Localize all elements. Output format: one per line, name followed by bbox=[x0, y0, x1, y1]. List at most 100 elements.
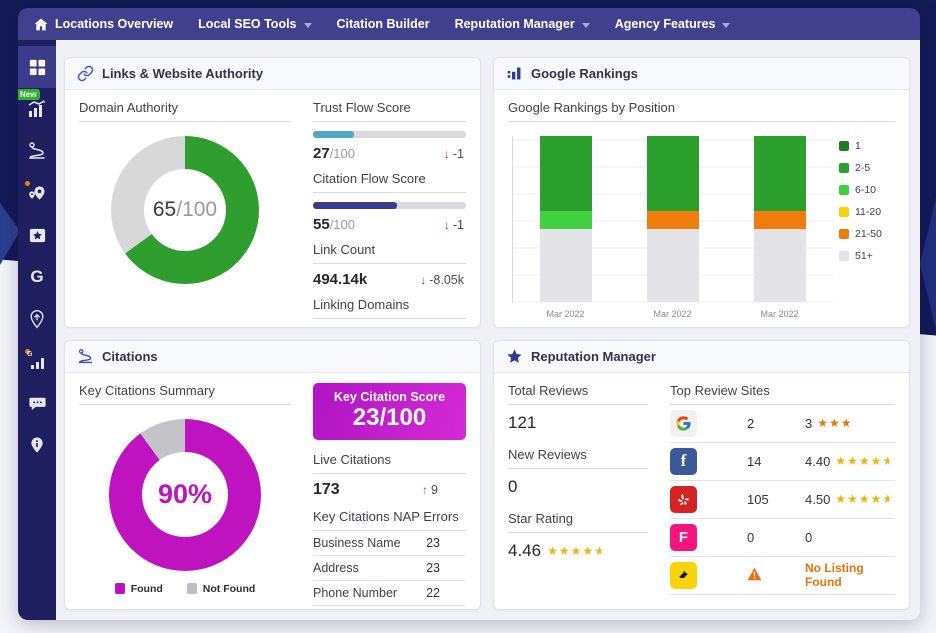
legend-item: 51+ bbox=[839, 250, 895, 262]
grid-icon bbox=[28, 58, 47, 77]
star-rating-stat: Star Rating 4.46 ★★★★★★ bbox=[508, 511, 648, 561]
nav-item-label: Agency Features bbox=[615, 17, 716, 31]
citation-flow-bar bbox=[313, 202, 466, 209]
rankings-subtitle: Google Rankings by Position bbox=[508, 100, 895, 122]
home-icon bbox=[34, 18, 48, 31]
legend-item: 2-5 bbox=[839, 162, 895, 174]
citations-summary-label: Key Citations Summary bbox=[79, 383, 291, 405]
citation-flow-delta: -1 bbox=[444, 218, 466, 232]
x-tick-label: Mar 2022 bbox=[745, 309, 815, 319]
nav-agency-features[interactable]: Agency Features bbox=[615, 17, 731, 31]
legend-item: 11-20 bbox=[839, 206, 895, 218]
nav-citation-builder[interactable]: Citation Builder bbox=[337, 17, 430, 31]
citation-flow-bar-fill bbox=[313, 202, 397, 209]
link-count-label: Link Count bbox=[313, 242, 466, 264]
yellowpages-logo-icon bbox=[670, 562, 697, 589]
new-reviews-value: 0 bbox=[508, 477, 648, 497]
card-title: Google Rankings bbox=[531, 66, 638, 81]
links-authority-header: Links & Website Authority bbox=[65, 58, 480, 90]
citation-flow-value: 55 bbox=[313, 216, 330, 233]
legend-swatch bbox=[115, 583, 125, 594]
site-stars: ★★★★★★ bbox=[835, 454, 894, 468]
site-stars: ★★★★★★ bbox=[835, 492, 894, 506]
trust-flow-bar-fill bbox=[313, 131, 354, 138]
legend-item-not-found: Not Found bbox=[187, 583, 255, 595]
yelp-logo-icon bbox=[670, 486, 697, 513]
stacked-bar bbox=[754, 136, 806, 303]
legend-item: 6-10 bbox=[839, 184, 895, 196]
new-badge: New bbox=[18, 89, 40, 100]
live-citations-label: Live Citations bbox=[313, 452, 466, 474]
donut-center-value: 65/100 bbox=[111, 136, 259, 284]
new-reviews-stat: New Reviews 0 bbox=[508, 447, 648, 497]
dashboard-content: Links & Website Authority Domain Authori… bbox=[56, 40, 920, 620]
sidebar-item-messaging[interactable] bbox=[18, 382, 56, 424]
card-title: Links & Website Authority bbox=[102, 66, 263, 81]
sidebar-item-analytics[interactable]: New bbox=[18, 88, 56, 130]
nap-row: Zip / Postal Code23 bbox=[313, 606, 466, 610]
google-rankings-card: Google Rankings Google Rankings by Posit… bbox=[493, 57, 910, 328]
sidebar-item-local-search[interactable] bbox=[18, 298, 56, 340]
map-pins-icon bbox=[27, 183, 47, 203]
nav-reputation-manager[interactable]: Reputation Manager bbox=[455, 17, 590, 31]
chat-bubble-icon bbox=[28, 394, 47, 413]
sidebar: New bbox=[18, 40, 56, 620]
rankings-legend: 1 2-5 6-10 11-20 21-50 51+ bbox=[833, 136, 895, 319]
citations-legend: Found Not Found bbox=[79, 583, 291, 595]
sidebar-item-dashboard[interactable] bbox=[18, 46, 56, 88]
top-review-sites-label: Top Review Sites bbox=[670, 383, 895, 405]
chevron-down-icon bbox=[582, 23, 590, 28]
sidebar-item-google-business[interactable] bbox=[18, 256, 56, 298]
analytics-chart-icon bbox=[27, 99, 47, 119]
domain-authority-label: Domain Authority bbox=[79, 100, 291, 122]
link-count-metric: Link Count 494.14k -8.05k bbox=[313, 242, 466, 288]
google-letter-icon: G bbox=[27, 351, 32, 358]
nav-item-label: Local SEO Tools bbox=[198, 17, 296, 31]
sidebar-item-listings-info[interactable] bbox=[18, 424, 56, 466]
review-count: 105 bbox=[747, 492, 805, 507]
x-tick-label: Mar 2022 bbox=[531, 309, 601, 319]
linking-domains-value: 21,836 bbox=[313, 326, 359, 328]
nav-item-label: Locations Overview bbox=[55, 17, 173, 31]
notification-dot bbox=[25, 181, 30, 186]
down-arrow-icon bbox=[420, 273, 426, 287]
review-count: 14 bbox=[747, 454, 805, 469]
star-rating-value: 4.46 bbox=[508, 541, 541, 561]
up-arrow-icon bbox=[422, 483, 428, 497]
nap-row: Business Name23 bbox=[313, 531, 466, 556]
nap-row: Address23 bbox=[313, 556, 466, 581]
nav-local-seo-tools[interactable]: Local SEO Tools bbox=[198, 17, 311, 31]
nav-item-label: Reputation Manager bbox=[455, 17, 575, 31]
legend-swatch bbox=[839, 251, 849, 261]
sidebar-item-reviews[interactable] bbox=[18, 214, 56, 256]
review-site-row-yelp: 105 4.50 ★★★★★★ bbox=[670, 481, 895, 519]
sidebar-item-locations[interactable] bbox=[18, 172, 56, 214]
card-title: Citations bbox=[102, 349, 158, 364]
legend-swatch bbox=[839, 163, 849, 173]
score-value: 23/100 bbox=[313, 404, 466, 432]
legend-swatch bbox=[187, 583, 197, 594]
chevron-down-icon bbox=[722, 23, 730, 28]
rankings-plot-bars bbox=[513, 136, 833, 303]
down-arrow-icon bbox=[444, 147, 450, 161]
sidebar-item-rankings[interactable]: G bbox=[18, 340, 56, 382]
live-citations-row: 173 9 bbox=[313, 481, 466, 499]
linking-domains-label: Linking Domains bbox=[313, 297, 466, 319]
no-listing-warning: No Listing Found bbox=[805, 561, 895, 589]
link-count-value: 494.14k bbox=[313, 271, 367, 288]
citation-flow-metric: Citation Flow Score 55/100 -1 bbox=[313, 171, 466, 233]
total-reviews-stat: Total Reviews 121 bbox=[508, 383, 648, 433]
x-tick-label: Mar 2022 bbox=[638, 309, 708, 319]
legend-swatch bbox=[839, 141, 849, 151]
star-badge-icon bbox=[28, 226, 47, 245]
live-citations-delta: 9 bbox=[422, 483, 440, 497]
warning-icon bbox=[747, 567, 805, 584]
nav-locations-overview[interactable]: Locations Overview bbox=[34, 17, 173, 31]
legend-swatch bbox=[839, 229, 849, 239]
info-pin-icon bbox=[28, 435, 46, 455]
linking-domains-metric: Linking Domains 21,836 108 bbox=[313, 297, 466, 328]
pin-arrow-icon bbox=[27, 309, 47, 329]
sidebar-item-citations[interactable] bbox=[18, 130, 56, 172]
review-rating: 4.50 bbox=[805, 492, 830, 507]
review-site-row-facebook: 14 4.40★★★★★★ bbox=[670, 443, 895, 481]
